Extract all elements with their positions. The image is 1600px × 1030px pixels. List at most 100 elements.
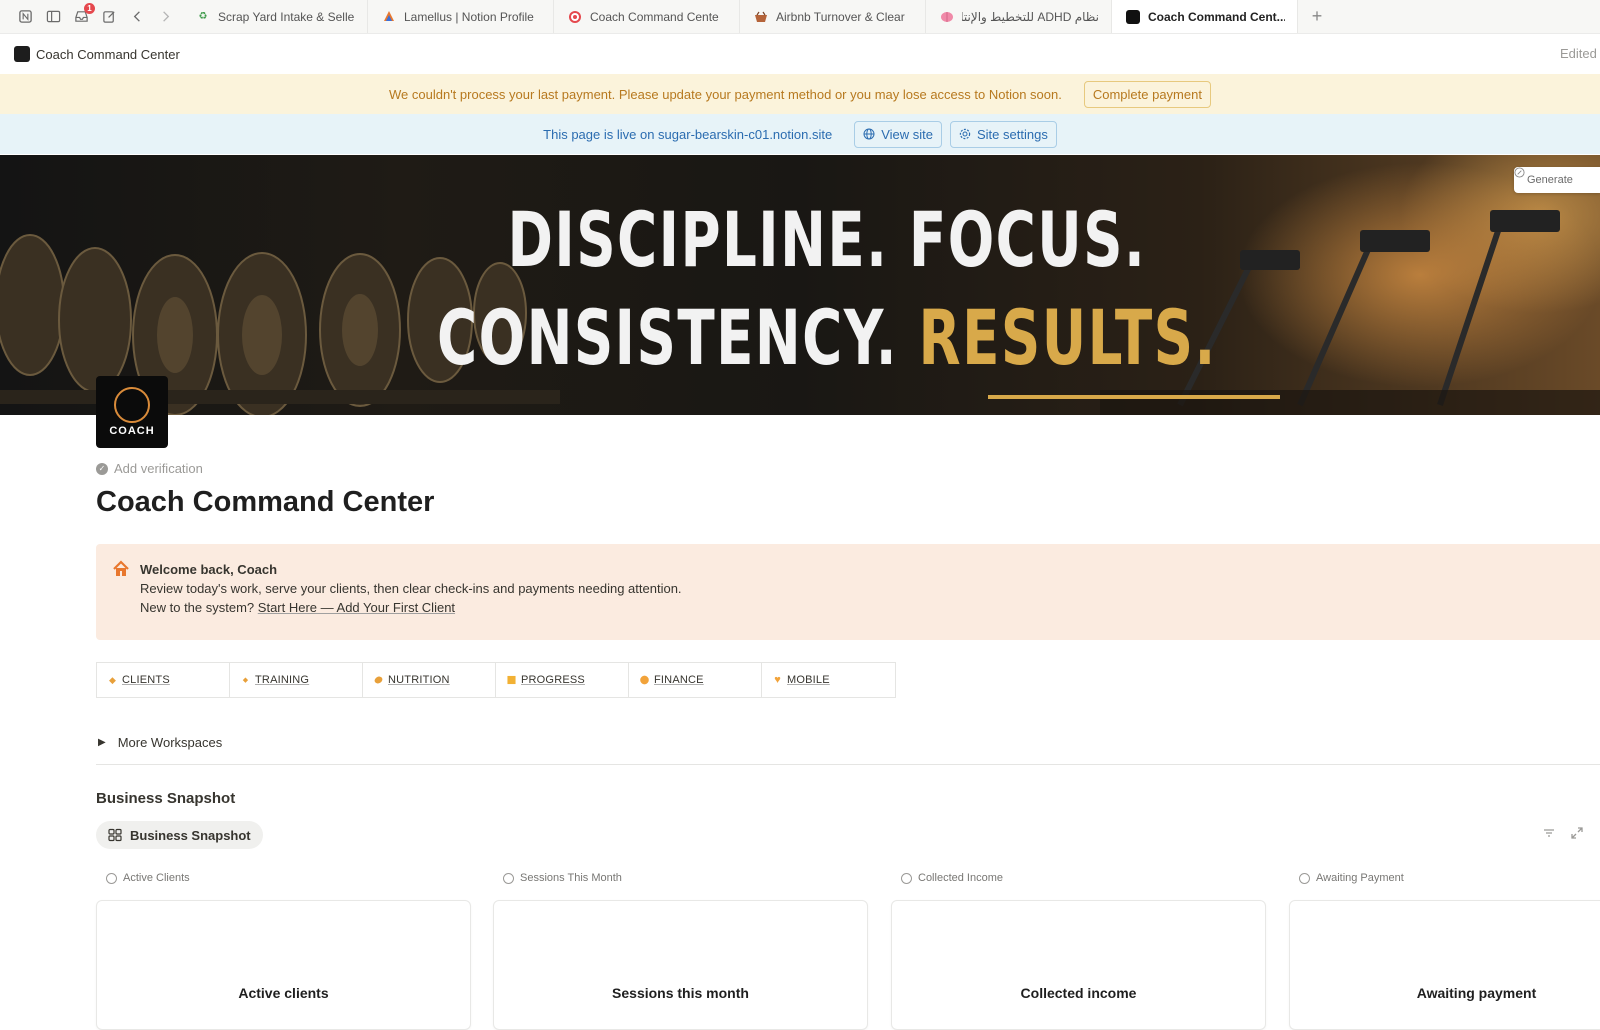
callout-description: Review today's work, serve your clients,…	[140, 581, 682, 596]
page-title[interactable]: Coach Command Center	[96, 486, 434, 519]
circle-icon	[640, 675, 649, 685]
workspace-label: PROGRESS	[521, 674, 585, 686]
view-toolbar	[1542, 826, 1584, 840]
divider	[96, 764, 1600, 765]
new-tab-button[interactable]: +	[1298, 0, 1336, 33]
payment-warning-text: We couldn't process your last payment. P…	[389, 86, 1062, 102]
browser-tab[interactable]: ♻ Scrap Yard Intake & Selle	[182, 0, 368, 33]
start-here-link[interactable]: Start Here — Add Your First Client	[258, 600, 455, 615]
heart-icon: ♥	[774, 674, 781, 686]
column-label-text: Collected Income	[918, 872, 1003, 884]
callout-start-line: New to the system? Start Here — Add Your…	[140, 598, 682, 617]
callout-start-prefix: New to the system?	[140, 600, 255, 615]
sidebar-toggle-icon[interactable]	[44, 8, 62, 26]
browser-tab[interactable]: Lamellus | Notion Profile	[368, 0, 554, 33]
more-workspaces-toggle[interactable]: ▶ More Workspaces	[98, 735, 222, 750]
page-topbar: Coach Command Center Edited	[0, 34, 1600, 74]
cover-image[interactable]: DISCIPLINE. FOCUS. CONSISTENCY. RESULTS.…	[0, 155, 1600, 415]
house-icon	[112, 560, 130, 578]
workspace-label: FINANCE	[654, 674, 704, 686]
snapshot-column-label: Active Clients	[106, 872, 190, 884]
view-tab-label: Business Snapshot	[130, 827, 251, 843]
gear-icon	[959, 128, 971, 140]
tab-label: Airbnb Turnover & Clear	[776, 9, 905, 24]
cover-gold-underline	[988, 395, 1280, 399]
clock-icon	[1299, 872, 1310, 884]
business-snapshot-view-tab[interactable]: Business Snapshot	[96, 821, 263, 849]
cover-line-2-gold: RESULTS.	[918, 293, 1217, 382]
browser-tab[interactable]: Airbnb Turnover & Clear	[740, 0, 926, 33]
workspace-label: NUTRITION	[388, 674, 450, 686]
cover-line-2: CONSISTENCY. RESULTS.	[251, 289, 1403, 387]
forward-arrow-icon[interactable]	[156, 8, 174, 26]
card-title: Collected income	[1020, 985, 1137, 1001]
notification-badge: 1	[84, 2, 95, 14]
small-diamond-icon: ◆	[242, 677, 249, 684]
page-icon-coach-logo[interactable]: COACH	[96, 376, 168, 448]
clock-icon	[901, 872, 912, 884]
coach-logo-text: COACH	[109, 425, 155, 437]
workspace-link-mobile[interactable]: ♥ MOBILE	[762, 663, 895, 697]
site-live-banner: This page is live on sugar-bearskin-c01.…	[0, 114, 1600, 154]
generate-button[interactable]: Generate	[1514, 167, 1600, 193]
view-site-label: View site	[881, 126, 933, 142]
gallery-icon	[108, 828, 122, 842]
complete-payment-button[interactable]: Complete payment	[1083, 80, 1211, 108]
add-verification-label: Add verification	[114, 461, 203, 476]
filter-icon[interactable]	[1542, 826, 1556, 840]
lemon-icon	[374, 676, 383, 685]
snapshot-column-label: Sessions This Month	[503, 872, 622, 884]
new-page-icon[interactable]	[100, 8, 118, 26]
cover-line-2-white: CONSISTENCY.	[437, 293, 898, 382]
globe-icon	[863, 128, 875, 140]
verified-check-icon: ✓	[96, 462, 108, 475]
snapshot-column-label: Collected Income	[901, 872, 1003, 884]
workspace-link-progress[interactable]: PROGRESS	[496, 663, 629, 697]
brain-icon	[940, 10, 954, 24]
column-label-text: Sessions This Month	[520, 872, 622, 884]
browser-tab[interactable]: نظام ADHD للتخطيط والإنتاجية	[926, 0, 1112, 33]
triangle-right-icon: ▶	[98, 737, 106, 748]
breadcrumb[interactable]: Coach Command Center	[36, 47, 180, 62]
site-settings-label: Site settings	[977, 126, 1048, 142]
site-settings-button[interactable]: Site settings	[950, 120, 1057, 148]
workspace-link-finance[interactable]: FINANCE	[629, 663, 762, 697]
workspace-label: CLIENTS	[122, 674, 170, 686]
workspace-label: TRAINING	[255, 674, 310, 686]
tab-label: Lamellus | Notion Profile	[404, 9, 534, 24]
tab-label: Scrap Yard Intake & Selle	[218, 9, 355, 24]
business-snapshot-heading[interactable]: Business Snapshot	[96, 790, 235, 807]
square-icon	[507, 675, 516, 685]
browser-controls: 1	[0, 0, 182, 33]
clock-icon	[106, 872, 117, 884]
snapshot-card-sessions[interactable]: Sessions this month	[493, 900, 868, 1030]
add-verification[interactable]: ✓ Add verification	[96, 461, 203, 476]
tab-label: Coach Command Cent...	[1148, 9, 1285, 24]
notion-app-icon[interactable]	[16, 8, 34, 26]
workspace-link-nutrition[interactable]: NUTRITION	[363, 663, 496, 697]
lamellus-icon	[382, 10, 396, 24]
snapshot-card-collected-income[interactable]: Collected income	[891, 900, 1266, 1030]
basket-icon	[754, 10, 768, 24]
browser-tab-active[interactable]: Coach Command Cent...	[1112, 0, 1298, 33]
target-icon	[568, 10, 582, 24]
snapshot-card-awaiting-payment[interactable]: Awaiting payment	[1289, 900, 1600, 1030]
coach-logo-emblem	[114, 387, 150, 423]
snapshot-card-active-clients[interactable]: Active clients	[96, 900, 471, 1030]
browser-tab[interactable]: Coach Command Cente	[554, 0, 740, 33]
expand-icon[interactable]	[1570, 826, 1584, 840]
workspace-links-table: ◆ CLIENTS ◆ TRAINING NUTRITION PROGRESS …	[96, 662, 896, 698]
payment-warning-banner: We couldn't process your last payment. P…	[0, 74, 1600, 114]
inbox-icon[interactable]: 1	[72, 2, 95, 26]
more-workspaces-label: More Workspaces	[117, 735, 223, 750]
callout-heading: Welcome back, Coach	[140, 562, 278, 577]
column-label-text: Active Clients	[123, 872, 190, 884]
welcome-callout: Welcome back, Coach Review today's work,…	[96, 544, 1600, 640]
view-site-button[interactable]: View site	[854, 120, 942, 148]
workspace-link-clients[interactable]: ◆ CLIENTS	[97, 663, 230, 697]
cover-headline: DISCIPLINE. FOCUS. CONSISTENCY. RESULTS.	[251, 191, 1403, 387]
back-arrow-icon[interactable]	[128, 8, 146, 26]
edited-status: Edited	[1560, 46, 1597, 61]
column-label-text: Awaiting Payment	[1316, 872, 1404, 884]
workspace-link-training[interactable]: ◆ TRAINING	[230, 663, 363, 697]
